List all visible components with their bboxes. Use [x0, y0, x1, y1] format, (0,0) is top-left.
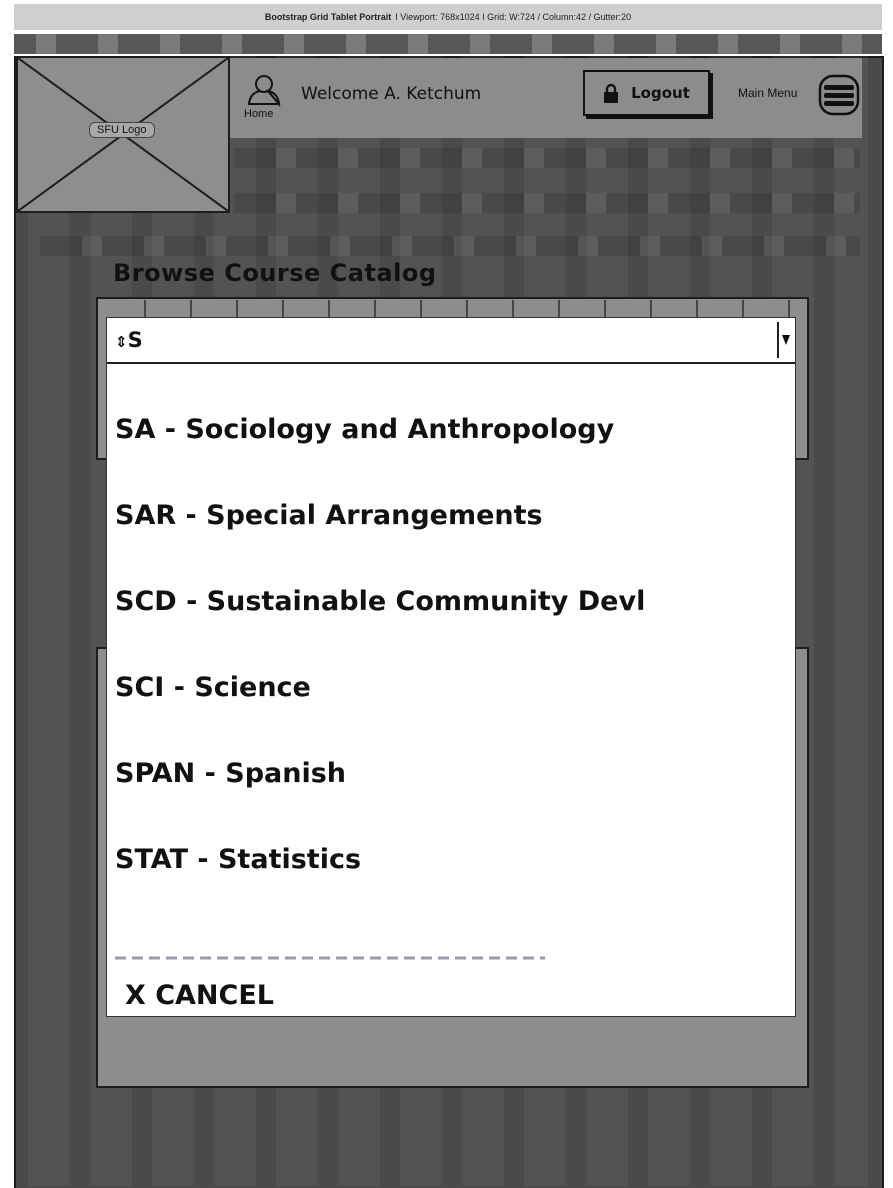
logout-button[interactable]: Logout	[583, 70, 710, 116]
subject-dropdown: ⇕S SA - Sociology and Anthropology SAR -…	[106, 317, 796, 1017]
option-sar[interactable]: SAR - Special Arrangements	[115, 500, 785, 540]
annotation-details: Viewport: 768x1024 I Grid: W:724 / Colum…	[400, 12, 632, 22]
option-stat[interactable]: STAT - Statistics	[115, 844, 785, 884]
chevron-down-icon	[782, 335, 790, 345]
option-scd[interactable]: SCD - Sustainable Community Devl	[115, 586, 785, 626]
welcome-text: Welcome A. Ketchum	[301, 84, 482, 104]
home-link[interactable]: Home	[244, 108, 273, 120]
hamburger-menu-icon[interactable]	[818, 74, 860, 116]
grid-annotation: Bootstrap Grid Tablet Portrait I Viewpor…	[14, 4, 882, 30]
grid-row	[234, 193, 860, 213]
option-sci[interactable]: SCI - Science	[115, 672, 785, 712]
grid-row	[234, 148, 860, 168]
page-title: Browse Course Catalog	[113, 259, 437, 287]
dropdown-arrow[interactable]	[777, 322, 793, 358]
main-menu-label[interactable]: Main Menu	[738, 86, 797, 100]
lock-icon	[604, 83, 619, 103]
option-span[interactable]: SPAN - Spanish	[115, 758, 785, 798]
logout-label: Logout	[631, 84, 690, 102]
select-value: ⇕S	[115, 328, 143, 352]
option-sa[interactable]: SA - Sociology and Anthropology	[115, 414, 785, 454]
cancel-button[interactable]: X CANCEL	[125, 980, 274, 1011]
dashed-divider	[115, 956, 545, 960]
annotation-title: Bootstrap Grid Tablet Portrait	[264, 12, 392, 22]
logo-label: SFU Logo	[89, 122, 155, 138]
logo-placeholder[interactable]: SFU Logo	[16, 56, 230, 213]
grid-columns-stripe	[14, 34, 882, 54]
subject-select[interactable]: ⇕S	[107, 318, 795, 364]
selected-letter: S	[127, 328, 143, 352]
up-down-arrows-icon: ⇕	[115, 333, 128, 351]
grid-row	[40, 236, 860, 256]
